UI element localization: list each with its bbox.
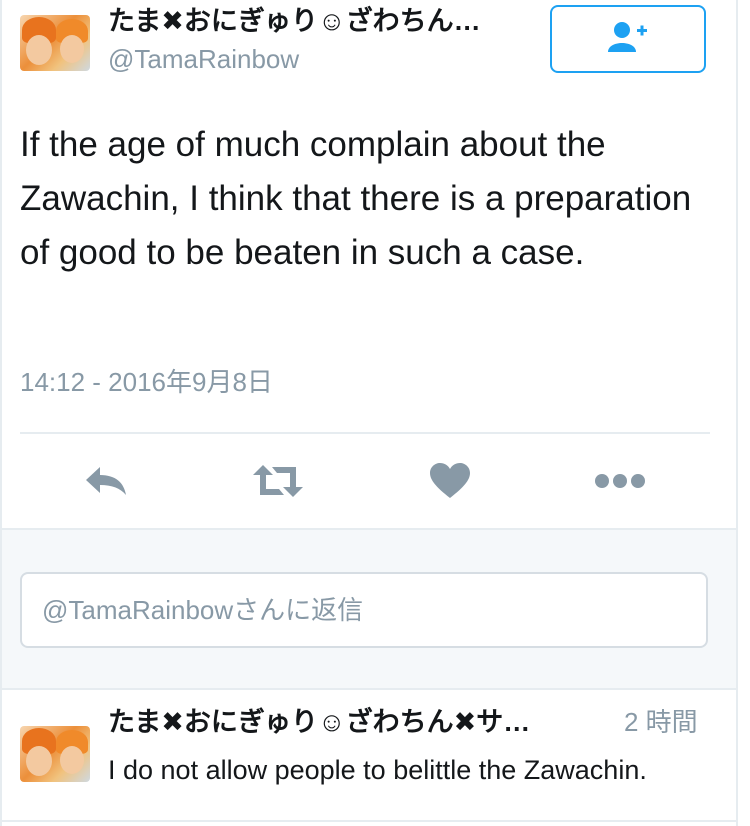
tweet-timestamp[interactable]: 14:12 - 2016年9月8日 <box>20 362 273 402</box>
retweet-button[interactable] <box>248 458 308 508</box>
heart-icon <box>430 462 470 504</box>
retweet-icon <box>251 463 305 504</box>
reply-avatar[interactable] <box>20 726 90 782</box>
like-button[interactable] <box>420 458 480 508</box>
more-icon <box>594 473 646 494</box>
add-user-icon <box>608 20 648 59</box>
reply-text: I do not allow people to belittle the Za… <box>108 755 647 785</box>
reply-time: 2 時間 <box>624 707 698 737</box>
reply-input[interactable]: @TamaRainbowさんに返信 <box>20 572 708 648</box>
tweet-text: If the age of much complain about the Za… <box>20 125 692 272</box>
divider <box>20 432 710 434</box>
reply-button[interactable] <box>76 458 136 508</box>
user-handle[interactable]: @TamaRainbow <box>108 42 299 76</box>
tweet-header: たま✖おにぎゅり☺ざわちん… @TamaRainbow <box>0 0 736 90</box>
divider <box>0 820 736 822</box>
avatar[interactable] <box>20 15 90 71</box>
reply-icon <box>84 465 128 502</box>
frame-right-border <box>736 0 738 826</box>
reply-item[interactable]: たま✖おにぎゅり☺ざわちん✖サ… 2 時間 I do not allow peo… <box>0 690 736 826</box>
follow-button[interactable] <box>550 5 706 73</box>
reply-display-name[interactable]: たま✖おにぎゅり☺ざわちん✖サ… <box>108 704 588 740</box>
display-name[interactable]: たま✖おにぎゅり☺ざわちん… <box>108 4 528 38</box>
more-button[interactable] <box>590 458 650 508</box>
